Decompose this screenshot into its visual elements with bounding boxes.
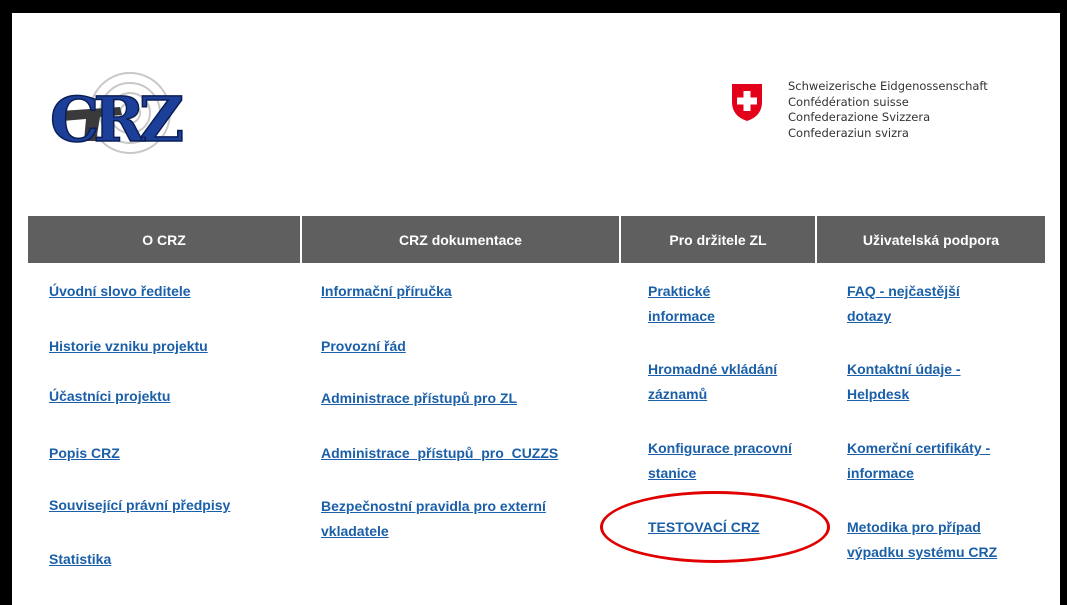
link-konfigurace-stanice[interactable]: Konfigurace pracovní stanice <box>648 436 798 486</box>
nav-header-podpora: Uživatelská podpora <box>817 216 1045 263</box>
link-administrace-zl[interactable]: Administrace přístupů pro ZL <box>321 386 517 411</box>
crz-logo[interactable]: CRZ <box>40 71 210 161</box>
nav-header: O CRZ CRZ dokumentace Pro držitele ZL Už… <box>28 216 1045 263</box>
logo-text: CRZ <box>50 83 183 156</box>
link-provozni-rad[interactable]: Provozní řád <box>321 334 406 359</box>
link-informacni-prirucka[interactable]: Informační příručka <box>321 279 452 304</box>
link-administrace-cuzzs[interactable]: Administrace přístupů pro CUZZS <box>321 441 558 466</box>
link-pravni-predpisy[interactable]: Související právní předpisy <box>49 493 230 518</box>
page: CRZ Schweizerische Eidgenossenschaft Con… <box>12 13 1060 605</box>
link-uvodni-slovo[interactable]: Úvodní slovo ředitele <box>49 279 191 304</box>
link-kontaktni-udaje[interactable]: Kontaktní údaje - Helpdesk <box>847 357 997 407</box>
link-statistika[interactable]: Statistika <box>49 547 111 572</box>
link-bezpecnostni-pravidla[interactable]: Bezpečnostní pravidla pro externí vklada… <box>321 494 606 544</box>
confederation-line: Confederazione Svizzera <box>788 110 931 125</box>
nav-header-drzitele: Pro držitele ZL <box>621 216 815 263</box>
confederation-line: Confédération suisse <box>788 94 909 109</box>
nav-header-dokumentace: CRZ dokumentace <box>302 216 619 263</box>
confederation-line: Schweizerische Eidgenossenschaft <box>788 79 988 93</box>
swiss-shield-icon <box>732 84 762 121</box>
confederation-names: Schweizerische Eidgenossenschaft Confédé… <box>788 79 988 141</box>
confederation-line: Confederaziun svizra <box>788 125 909 140</box>
link-prakticke-informace[interactable]: Praktické informace <box>648 279 758 329</box>
link-testovaci-crz[interactable]: TESTOVACÍ CRZ <box>648 515 760 540</box>
link-ucastnici[interactable]: Účastníci projektu <box>49 384 170 409</box>
link-hromadne-vkladani[interactable]: Hromadné vkládání záznamů <box>648 357 818 407</box>
link-faq[interactable]: FAQ - nejčastější dotazy <box>847 279 1007 329</box>
link-historie[interactable]: Historie vzniku projektu <box>49 334 208 359</box>
nav-header-ocrz: O CRZ <box>28 216 300 263</box>
link-metodika-vypadku[interactable]: Metodika pro případ výpadku systému CRZ <box>847 515 1027 565</box>
link-komercni-certifikaty[interactable]: Komerční certifikáty - informace <box>847 436 1037 486</box>
link-popis-crz[interactable]: Popis CRZ <box>49 441 120 466</box>
